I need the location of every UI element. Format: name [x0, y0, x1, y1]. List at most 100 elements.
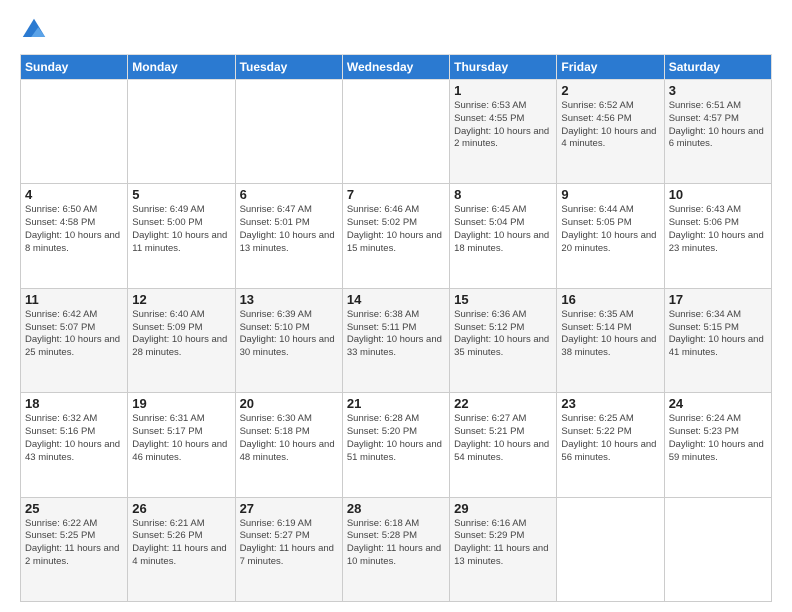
- day-number: 29: [454, 501, 552, 516]
- day-info: Sunrise: 6:45 AM Sunset: 5:04 PM Dayligh…: [454, 204, 552, 255]
- calendar-cell: 5Sunrise: 6:49 AM Sunset: 5:00 PM Daylig…: [128, 184, 235, 288]
- day-number: 22: [454, 396, 552, 411]
- day-number: 25: [25, 501, 123, 516]
- day-info: Sunrise: 6:18 AM Sunset: 5:28 PM Dayligh…: [347, 518, 445, 569]
- header-saturday: Saturday: [664, 55, 771, 80]
- day-number: 18: [25, 396, 123, 411]
- calendar-cell: 18 Sunrise: 6:32 AM Sunset: 5:16 PM Dayli…: [21, 393, 128, 497]
- day-info: Sunrise: 6:32 AM Sunset: 5:16 PM Dayligh…: [25, 413, 123, 464]
- header-tuesday: Tuesday: [235, 55, 342, 80]
- week-row-1: 4 Sunrise: 6:50 AM Sunset: 4:58 PM Daylig…: [21, 184, 772, 288]
- calendar-cell: 12 Sunrise: 6:40 AM Sunset: 5:09 PM Dayli…: [128, 288, 235, 392]
- calendar-cell: 7Sunrise: 6:46 AM Sunset: 5:02 PM Daylig…: [342, 184, 449, 288]
- calendar-cell: 10 Sunrise: 6:43 AM Sunset: 5:06 PM Dayli…: [664, 184, 771, 288]
- calendar-cell: [128, 80, 235, 184]
- calendar-cell: 29 Sunrise: 6:16 AM Sunset: 5:29 PM Dayli…: [450, 497, 557, 601]
- day-number: 28: [347, 501, 445, 516]
- day-info: Sunrise: 6:52 AM Sunset: 4:56 PM Dayligh…: [561, 100, 659, 151]
- calendar-cell: 11 Sunrise: 6:42 AM Sunset: 5:07 PM Dayli…: [21, 288, 128, 392]
- logo-icon: [20, 16, 48, 44]
- calendar-cell: [664, 497, 771, 601]
- calendar-cell: 21 Sunrise: 6:28 AM Sunset: 5:20 PM Dayli…: [342, 393, 449, 497]
- day-info: Sunrise: 6:34 AM Sunset: 5:15 PM Dayligh…: [669, 309, 767, 360]
- day-number: 10: [669, 187, 767, 202]
- day-info: Sunrise: 6:19 AM Sunset: 5:27 PM Dayligh…: [240, 518, 338, 569]
- day-info: Sunrise: 6:40 AM Sunset: 5:09 PM Dayligh…: [132, 309, 230, 360]
- week-row-4: 25 Sunrise: 6:22 AM Sunset: 5:25 PM Dayli…: [21, 497, 772, 601]
- day-info: Sunrise: 6:51 AM Sunset: 4:57 PM Dayligh…: [669, 100, 767, 151]
- day-number: 20: [240, 396, 338, 411]
- calendar-cell: 19Sunrise: 6:31 AM Sunset: 5:17 PM Dayli…: [128, 393, 235, 497]
- logo: [20, 16, 50, 44]
- day-info: Sunrise: 6:43 AM Sunset: 5:06 PM Dayligh…: [669, 204, 767, 255]
- day-info: Sunrise: 6:31 AM Sunset: 5:17 PM Dayligh…: [132, 413, 230, 464]
- day-number: 1: [454, 83, 552, 98]
- header-friday: Friday: [557, 55, 664, 80]
- day-number: 9: [561, 187, 659, 202]
- day-info: Sunrise: 6:39 AM Sunset: 5:10 PM Dayligh…: [240, 309, 338, 360]
- day-number: 21: [347, 396, 445, 411]
- day-number: 24: [669, 396, 767, 411]
- calendar-cell: 26 Sunrise: 6:21 AM Sunset: 5:26 PM Dayli…: [128, 497, 235, 601]
- day-info: Sunrise: 6:28 AM Sunset: 5:20 PM Dayligh…: [347, 413, 445, 464]
- day-number: 26: [132, 501, 230, 516]
- day-info: Sunrise: 6:24 AM Sunset: 5:23 PM Dayligh…: [669, 413, 767, 464]
- header-wednesday: Wednesday: [342, 55, 449, 80]
- day-info: Sunrise: 6:53 AM Sunset: 4:55 PM Dayligh…: [454, 100, 552, 151]
- day-number: 5: [132, 187, 230, 202]
- header-monday: Monday: [128, 55, 235, 80]
- day-number: 17: [669, 292, 767, 307]
- day-info: Sunrise: 6:38 AM Sunset: 5:11 PM Dayligh…: [347, 309, 445, 360]
- day-info: Sunrise: 6:16 AM Sunset: 5:29 PM Dayligh…: [454, 518, 552, 569]
- page: SundayMondayTuesdayWednesdayThursdayFrid…: [0, 0, 792, 612]
- week-row-2: 11 Sunrise: 6:42 AM Sunset: 5:07 PM Dayli…: [21, 288, 772, 392]
- calendar-header-row: SundayMondayTuesdayWednesdayThursdayFrid…: [21, 55, 772, 80]
- header: [20, 16, 772, 44]
- week-row-0: 1 Sunrise: 6:53 AM Sunset: 4:55 PM Daylig…: [21, 80, 772, 184]
- day-number: 11: [25, 292, 123, 307]
- day-number: 27: [240, 501, 338, 516]
- calendar-cell: 3 Sunrise: 6:51 AM Sunset: 4:57 PM Daylig…: [664, 80, 771, 184]
- day-info: Sunrise: 6:50 AM Sunset: 4:58 PM Dayligh…: [25, 204, 123, 255]
- calendar-cell: 14 Sunrise: 6:38 AM Sunset: 5:11 PM Dayli…: [342, 288, 449, 392]
- day-info: Sunrise: 6:25 AM Sunset: 5:22 PM Dayligh…: [561, 413, 659, 464]
- day-info: Sunrise: 6:42 AM Sunset: 5:07 PM Dayligh…: [25, 309, 123, 360]
- calendar-cell: 17 Sunrise: 6:34 AM Sunset: 5:15 PM Dayli…: [664, 288, 771, 392]
- day-info: Sunrise: 6:47 AM Sunset: 5:01 PM Dayligh…: [240, 204, 338, 255]
- day-number: 3: [669, 83, 767, 98]
- calendar-cell: [342, 80, 449, 184]
- day-number: 2: [561, 83, 659, 98]
- calendar-cell: 28 Sunrise: 6:18 AM Sunset: 5:28 PM Dayli…: [342, 497, 449, 601]
- day-info: Sunrise: 6:21 AM Sunset: 5:26 PM Dayligh…: [132, 518, 230, 569]
- calendar-cell: 13 Sunrise: 6:39 AM Sunset: 5:10 PM Dayli…: [235, 288, 342, 392]
- calendar-cell: 9Sunrise: 6:44 AM Sunset: 5:05 PM Daylig…: [557, 184, 664, 288]
- day-number: 23: [561, 396, 659, 411]
- header-thursday: Thursday: [450, 55, 557, 80]
- calendar-cell: 1 Sunrise: 6:53 AM Sunset: 4:55 PM Daylig…: [450, 80, 557, 184]
- calendar-cell: 22Sunrise: 6:27 AM Sunset: 5:21 PM Dayli…: [450, 393, 557, 497]
- calendar-cell: [21, 80, 128, 184]
- calendar-cell: 25 Sunrise: 6:22 AM Sunset: 5:25 PM Dayli…: [21, 497, 128, 601]
- day-info: Sunrise: 6:22 AM Sunset: 5:25 PM Dayligh…: [25, 518, 123, 569]
- calendar-cell: 23 Sunrise: 6:25 AM Sunset: 5:22 PM Dayli…: [557, 393, 664, 497]
- calendar-cell: 2 Sunrise: 6:52 AM Sunset: 4:56 PM Daylig…: [557, 80, 664, 184]
- day-info: Sunrise: 6:46 AM Sunset: 5:02 PM Dayligh…: [347, 204, 445, 255]
- day-info: Sunrise: 6:35 AM Sunset: 5:14 PM Dayligh…: [561, 309, 659, 360]
- calendar-cell: 27 Sunrise: 6:19 AM Sunset: 5:27 PM Dayli…: [235, 497, 342, 601]
- calendar-cell: 15Sunrise: 6:36 AM Sunset: 5:12 PM Dayli…: [450, 288, 557, 392]
- day-number: 8: [454, 187, 552, 202]
- calendar-cell: [557, 497, 664, 601]
- header-sunday: Sunday: [21, 55, 128, 80]
- day-number: 14: [347, 292, 445, 307]
- day-number: 15: [454, 292, 552, 307]
- day-number: 4: [25, 187, 123, 202]
- calendar-cell: [235, 80, 342, 184]
- calendar-cell: 20 Sunrise: 6:30 AM Sunset: 5:18 PM Dayli…: [235, 393, 342, 497]
- day-number: 12: [132, 292, 230, 307]
- calendar-cell: 4 Sunrise: 6:50 AM Sunset: 4:58 PM Daylig…: [21, 184, 128, 288]
- day-number: 16: [561, 292, 659, 307]
- calendar-cell: 8 Sunrise: 6:45 AM Sunset: 5:04 PM Daylig…: [450, 184, 557, 288]
- day-info: Sunrise: 6:30 AM Sunset: 5:18 PM Dayligh…: [240, 413, 338, 464]
- day-number: 13: [240, 292, 338, 307]
- day-number: 6: [240, 187, 338, 202]
